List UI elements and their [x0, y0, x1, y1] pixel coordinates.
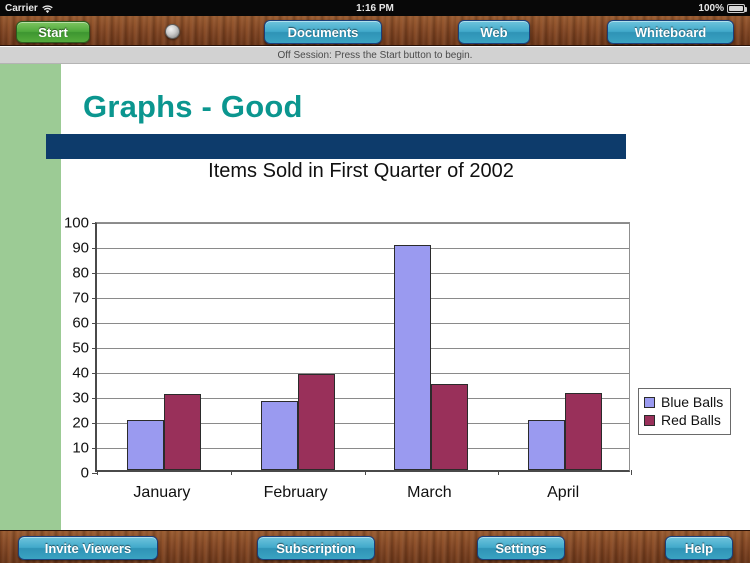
- status-bar-time: 1:16 PM: [356, 2, 394, 14]
- chart-y-tick-mark: [92, 298, 97, 299]
- chart-y-tick-label: 60: [72, 314, 89, 332]
- chart-gridline: [97, 323, 629, 324]
- chart-gridline: [97, 348, 629, 349]
- session-status-bar: Off Session: Press the Start button to b…: [0, 47, 750, 64]
- chart-bar: [260, 401, 298, 470]
- documents-button[interactable]: Documents: [264, 20, 382, 44]
- chart-x-label: April: [547, 484, 580, 501]
- session-status-text: Off Session: Press the Start button to b…: [277, 49, 473, 61]
- bar-chart: 100 90 80 70 60 50 40 30 20 10 0 January February Ma…: [0, 64, 750, 530]
- start-button[interactable]: Start: [16, 21, 90, 43]
- status-bar-right: 100%: [698, 2, 747, 14]
- help-button[interactable]: Help: [665, 536, 733, 560]
- chart-bar: [528, 420, 566, 470]
- chart-y-tick-mark: [92, 423, 97, 424]
- chart-bar: [431, 383, 469, 470]
- chart-y-tick-label: 10: [72, 439, 89, 457]
- chart-y-tick-mark: [92, 323, 97, 324]
- whiteboard-button[interactable]: Whiteboard: [607, 20, 734, 44]
- chart-y-tick-label: 70: [72, 289, 89, 307]
- settings-button[interactable]: Settings: [477, 536, 565, 560]
- chart-legend-item: Blue Balls: [644, 393, 723, 411]
- chart-legend-item: Red Balls: [644, 411, 723, 429]
- chart-y-tick-mark: [92, 348, 97, 349]
- web-button[interactable]: Web: [458, 20, 530, 44]
- chart-y-tick-mark: [92, 273, 97, 274]
- chart-y-tick-label: 100: [63, 214, 89, 232]
- chart-y-tick-label: 90: [72, 239, 89, 257]
- chart-bar: [163, 393, 201, 470]
- chart-x-label: February: [263, 484, 328, 501]
- chart-y-tick-label: 50: [72, 339, 89, 357]
- chart-y-tick-mark: [92, 248, 97, 249]
- chart-x-tick-mark: [364, 470, 366, 475]
- chart-x-label: January: [133, 484, 191, 501]
- chart-y-tick-mark: [92, 448, 97, 449]
- chart-plot-area: 100 90 80 70 60 50 40 30 20 10 0: [64, 215, 632, 482]
- subscription-button[interactable]: Subscription: [257, 536, 375, 560]
- chart-y-tick-mark: [92, 223, 97, 224]
- chart-y-tick-mark: [92, 398, 97, 399]
- chart-gridline: [97, 373, 629, 374]
- chart-legend: Blue Balls Red Balls: [638, 388, 732, 435]
- chart-legend-swatch: [644, 414, 655, 426]
- chart-legend-swatch: [644, 396, 655, 408]
- chart-legend-label: Red Balls: [661, 412, 721, 428]
- slide-canvas[interactable]: Graphs - Good Items Sold in First Quarte…: [0, 64, 750, 530]
- battery-percent-label: 100%: [698, 2, 724, 14]
- chart-legend-label: Blue Balls: [661, 394, 724, 410]
- chart-bar: [394, 245, 432, 470]
- chart-gridline: [97, 298, 629, 299]
- chart-y-tick-label: 20: [72, 414, 89, 432]
- chart-y-tick-label: 40: [72, 364, 89, 382]
- chart-y-tick-label: 0: [80, 464, 89, 482]
- chart-y-tick-label: 80: [72, 264, 89, 282]
- chart-bar: [297, 373, 335, 470]
- chart-x-label: March: [407, 484, 452, 501]
- chart-x-tick-mark: [631, 470, 632, 475]
- chart-x-tick-mark: [230, 470, 232, 475]
- chart-gridline: [97, 273, 629, 274]
- top-toolbar: Start Documents Web Whiteboard: [0, 16, 750, 46]
- chart-x-tick-mark: [498, 470, 500, 475]
- chart-gridline: [97, 248, 629, 249]
- battery-icon: [727, 3, 747, 13]
- status-led-icon: [165, 24, 180, 39]
- bottom-toolbar: Invite Viewers Subscription Settings Hel…: [0, 530, 750, 563]
- ipad-presentation-app: Carrier 1:16 PM 100% Start Documents Web…: [0, 0, 750, 563]
- invite-viewers-button[interactable]: Invite Viewers: [18, 536, 158, 560]
- chart-y-tick-label: 30: [72, 389, 89, 407]
- chart-y-tick-mark: [92, 373, 97, 374]
- ios-status-bar: Carrier 1:16 PM 100%: [0, 0, 750, 16]
- chart-gridline: [97, 223, 629, 224]
- chart-bar: [565, 392, 603, 470]
- chart-x-tick-mark: [97, 470, 98, 475]
- chart-bar: [126, 420, 164, 470]
